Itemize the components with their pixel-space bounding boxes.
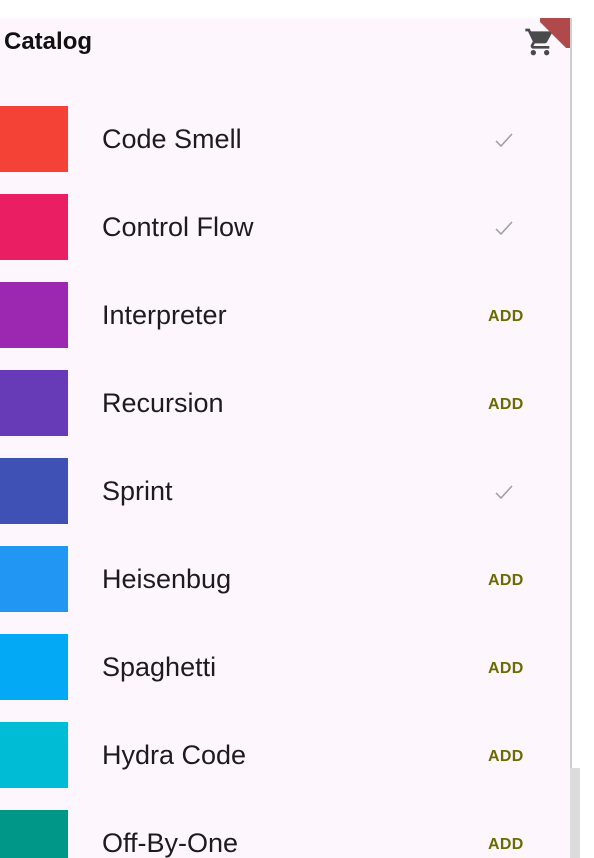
- window-edge: [570, 18, 572, 768]
- add-button-label: ADD: [488, 308, 524, 325]
- list-item: Control Flow: [0, 194, 570, 282]
- add-button[interactable]: ADD: [480, 388, 536, 420]
- color-swatch: [0, 546, 68, 612]
- catalog-list: Code Smell Control Flow Interpreter ADD Recu…: [0, 106, 570, 858]
- item-name: Spaghetti: [102, 652, 217, 682]
- list-item: Off-By-One ADD: [0, 810, 570, 858]
- item-name: Heisenbug: [102, 564, 232, 594]
- add-button[interactable]: ADD: [480, 300, 536, 332]
- debug-banner: [540, 18, 570, 48]
- status-strip: [0, 0, 570, 18]
- app-bar: Catalog: [0, 18, 570, 74]
- added-check-button[interactable]: [480, 212, 536, 244]
- item-name: Sprint: [102, 476, 173, 506]
- list-item: Code Smell: [0, 106, 570, 194]
- catalog-screen: Catalog Code Smell Control Flow Interprete…: [0, 0, 570, 858]
- color-swatch: [0, 634, 68, 700]
- add-button[interactable]: ADD: [480, 564, 536, 596]
- add-button-label: ADD: [488, 660, 524, 677]
- list-item: Recursion ADD: [0, 370, 570, 458]
- list-item: Heisenbug ADD: [0, 546, 570, 634]
- list-item: Spaghetti ADD: [0, 634, 570, 722]
- add-button[interactable]: ADD: [480, 828, 536, 858]
- color-swatch: [0, 810, 68, 858]
- color-swatch: [0, 194, 68, 260]
- list-item: Sprint: [0, 458, 570, 546]
- item-name: Hydra Code: [102, 740, 247, 770]
- check-icon: [495, 221, 513, 236]
- page-title: Catalog: [4, 28, 93, 55]
- list-item: Interpreter ADD: [0, 282, 570, 370]
- check-icon: [495, 133, 513, 148]
- scrollbar-track[interactable]: [570, 768, 580, 858]
- color-swatch: [0, 458, 68, 524]
- add-button-label: ADD: [488, 748, 524, 765]
- color-swatch: [0, 282, 68, 348]
- add-button[interactable]: ADD: [480, 652, 536, 684]
- item-name: Off-By-One: [102, 828, 239, 858]
- add-button-label: ADD: [488, 572, 524, 589]
- add-button-label: ADD: [488, 836, 524, 853]
- add-button-label: ADD: [488, 396, 524, 413]
- check-icon: [495, 485, 513, 500]
- list-item: Hydra Code ADD: [0, 722, 570, 810]
- add-button[interactable]: ADD: [480, 740, 536, 772]
- added-check-button[interactable]: [480, 124, 536, 156]
- item-name: Control Flow: [102, 212, 254, 242]
- item-name: Code Smell: [102, 124, 242, 154]
- color-swatch: [0, 106, 68, 172]
- item-name: Recursion: [102, 388, 224, 418]
- color-swatch: [0, 722, 68, 788]
- color-swatch: [0, 370, 68, 436]
- item-name: Interpreter: [102, 300, 227, 330]
- added-check-button[interactable]: [480, 476, 536, 508]
